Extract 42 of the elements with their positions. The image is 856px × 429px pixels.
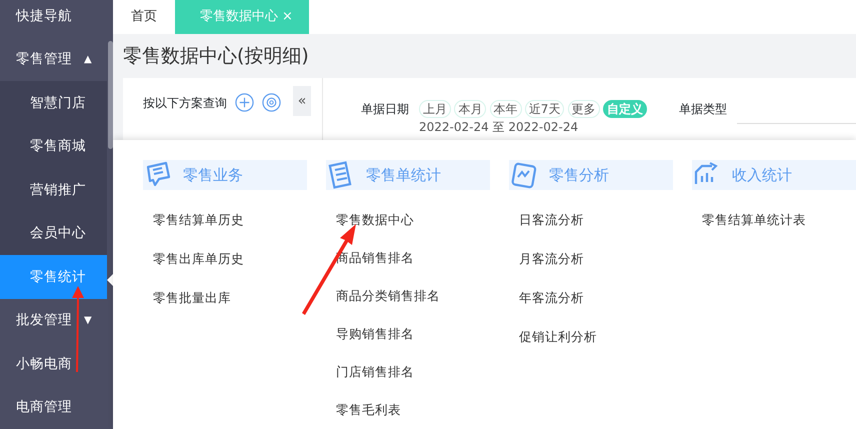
menu-item[interactable]: 零售出库单历史 bbox=[143, 240, 307, 279]
date-option[interactable]: 本月 bbox=[454, 100, 486, 118]
date-range: 2022-02-24 至 2022-02-24 bbox=[419, 119, 580, 136]
menu-item[interactable]: 零售数据中心 bbox=[326, 201, 490, 239]
sidebar-item[interactable]: 智慧门店 bbox=[0, 81, 107, 124]
sidebar-item[interactable]: 小畅电商 bbox=[0, 342, 107, 386]
settings-icon[interactable] bbox=[262, 93, 281, 112]
sidebar-item[interactable]: 批发管理 ▼ bbox=[0, 298, 107, 342]
menu-item[interactable]: 导购销售排名 bbox=[326, 315, 490, 353]
menu-item[interactable]: 零售结算单历史 bbox=[143, 201, 307, 240]
menu-item[interactable]: 零售毛利表 bbox=[326, 391, 490, 429]
sidebar-item[interactable]: 零售管理 ▲ bbox=[0, 38, 107, 81]
date-option[interactable]: 本年 bbox=[490, 100, 522, 118]
field-label: 单据类型 bbox=[678, 101, 727, 118]
section-title: 零售单统计 bbox=[366, 164, 441, 186]
chart-icon bbox=[509, 160, 539, 190]
section-title: 零售分析 bbox=[549, 164, 609, 186]
add-icon[interactable] bbox=[235, 93, 254, 112]
caret-down-icon: ▼ bbox=[84, 312, 92, 328]
menu-item[interactable]: 门店销售排名 bbox=[326, 353, 490, 391]
section-title: 零售业务 bbox=[183, 164, 243, 186]
date-option[interactable]: 更多 bbox=[568, 100, 600, 118]
menu-item[interactable]: 月客流分析 bbox=[509, 240, 673, 279]
menu-item[interactable]: 促销让利分析 bbox=[509, 318, 673, 357]
menu-item[interactable]: 日客流分析 bbox=[509, 201, 673, 240]
menu-item[interactable]: 年客流分析 bbox=[509, 279, 673, 318]
sidebar-item[interactable]: 电商管理 bbox=[0, 386, 107, 429]
date-option[interactable]: 近7天 bbox=[524, 100, 564, 118]
menu-item[interactable]: 零售批量出库 bbox=[143, 279, 307, 318]
sidebar-item[interactable]: 快捷导航 bbox=[0, 0, 107, 38]
caret-up-icon: ▲ bbox=[84, 52, 92, 67]
sidebar-item[interactable]: 营销推广 bbox=[0, 168, 107, 212]
sidebar-item[interactable]: 会员中心 bbox=[0, 212, 107, 255]
collapse-button[interactable]: « bbox=[293, 86, 311, 116]
sidebar-item[interactable]: 零售商城 bbox=[0, 124, 107, 168]
section-title: 收入统计 bbox=[732, 164, 792, 186]
menu-item[interactable]: 零售结算单统计表 bbox=[692, 201, 856, 240]
page-title: 零售数据中心(按明细) bbox=[122, 44, 310, 69]
field-label: 单据日期 bbox=[361, 101, 409, 118]
menu-item[interactable]: 商品分类销售排名 bbox=[326, 277, 490, 315]
date-option[interactable]: 上月 bbox=[419, 100, 451, 118]
panel-label: 按以下方案查询 bbox=[143, 95, 227, 112]
